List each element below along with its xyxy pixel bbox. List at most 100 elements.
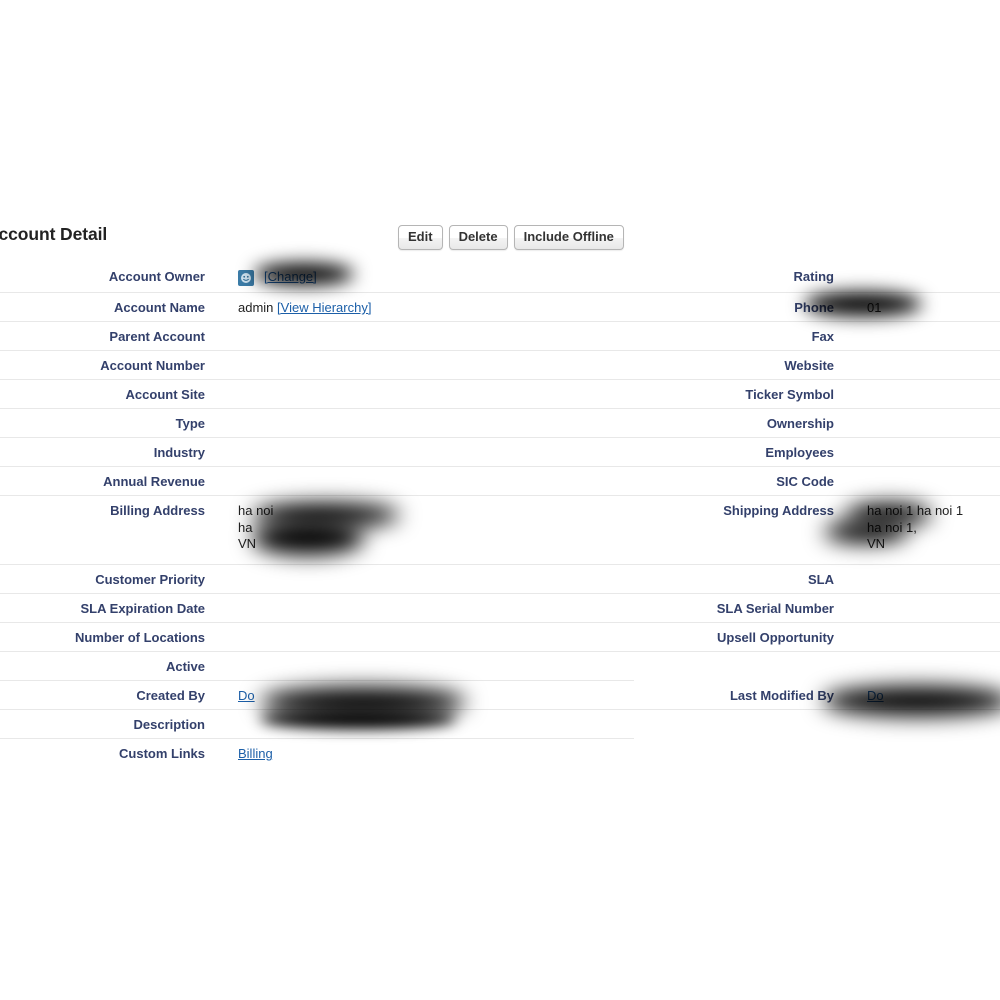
field-sla-expiration-date: SLA Expiration Date bbox=[0, 594, 634, 623]
field-label: Website bbox=[784, 358, 834, 373]
field-value: Billing bbox=[211, 739, 634, 767]
field-customer-priority: Customer Priority bbox=[0, 565, 634, 594]
field-label: Active bbox=[165, 659, 205, 674]
detail-header: Account Detail Edit Delete Include Offli… bbox=[0, 224, 1000, 258]
field-label: Employees bbox=[765, 445, 834, 460]
field-label: Rating bbox=[793, 269, 834, 284]
field-fax: Fax bbox=[634, 322, 1000, 351]
table-row: Custom Links Billing bbox=[0, 739, 1000, 768]
field-parent-account: Parent Account bbox=[0, 322, 634, 351]
billing-address-line-2: ha bbox=[238, 519, 253, 535]
field-label: SLA Expiration Date bbox=[80, 601, 205, 616]
field-value bbox=[840, 351, 1000, 379]
field-value: [Change] bbox=[211, 262, 634, 292]
field-label: Fax bbox=[811, 329, 834, 344]
shipping-address-line-1: ha noi 1 ha noi 1 bbox=[867, 503, 964, 518]
field-label bbox=[634, 739, 840, 767]
field-account-owner: Account Owner [Change] bbox=[0, 262, 634, 293]
field-value: ha noi 1 ha noi 1 ha noi 1, VN bbox=[840, 496, 1000, 564]
field-value bbox=[840, 623, 1000, 651]
field-active: Active bbox=[0, 652, 634, 681]
field-value bbox=[840, 467, 1000, 495]
field-label: Industry bbox=[153, 445, 205, 460]
include-offline-button[interactable]: Include Offline bbox=[513, 225, 624, 250]
field-value bbox=[840, 594, 1000, 622]
field-label: Customer Priority bbox=[95, 572, 205, 587]
table-row: Annual Revenue SIC Code bbox=[0, 467, 1000, 496]
field-value bbox=[211, 594, 634, 622]
table-row: Account Number Website bbox=[0, 351, 1000, 380]
account-name-text: admin bbox=[238, 300, 274, 315]
field-sla: SLA bbox=[634, 565, 1000, 594]
action-button-bar: Edit Delete Include Offline bbox=[398, 225, 624, 250]
field-value: Do bbox=[840, 681, 1000, 709]
field-account-name: Account Name admin [View Hierarchy] bbox=[0, 293, 634, 322]
field-upsell-opportunity: Upsell Opportunity bbox=[634, 623, 1000, 652]
table-row: Billing Address ha noi ha VN Shipping Ad… bbox=[0, 496, 1000, 565]
field-value bbox=[211, 322, 634, 350]
field-label: Upsell Opportunity bbox=[717, 630, 834, 645]
table-row: Created By Do Last Modified By Do bbox=[0, 681, 1000, 710]
field-value bbox=[840, 739, 1000, 767]
delete-button[interactable]: Delete bbox=[448, 225, 508, 250]
field-label: Phone bbox=[794, 300, 834, 315]
field-sic-code: SIC Code bbox=[634, 467, 1000, 496]
field-ownership: Ownership bbox=[634, 409, 1000, 438]
field-label: Annual Revenue bbox=[103, 474, 205, 489]
field-value bbox=[840, 565, 1000, 593]
table-row: Type Ownership bbox=[0, 409, 1000, 438]
field-label: SLA Serial Number bbox=[716, 601, 834, 616]
field-value bbox=[840, 409, 1000, 437]
shipping-address-line-3: VN bbox=[867, 536, 886, 551]
field-value bbox=[211, 710, 634, 738]
field-label bbox=[634, 652, 840, 680]
table-row: Active bbox=[0, 652, 1000, 681]
field-value bbox=[211, 380, 634, 408]
field-label: Created By bbox=[136, 688, 205, 703]
field-ticker-symbol: Ticker Symbol bbox=[634, 380, 1000, 409]
field-spacer bbox=[634, 739, 1000, 768]
field-spacer bbox=[634, 652, 1000, 681]
table-row: Account Owner [Change] Rating bbox=[0, 262, 1000, 293]
view-hierarchy-link[interactable]: [View Hierarchy] bbox=[277, 300, 371, 315]
field-value bbox=[211, 409, 634, 437]
billing-address-line-1: ha noi bbox=[238, 503, 274, 518]
change-owner-link[interactable]: [Change] bbox=[264, 269, 317, 285]
edit-button[interactable]: Edit bbox=[398, 225, 443, 250]
account-detail-page: Account Detail Edit Delete Include Offli… bbox=[0, 0, 1000, 1000]
field-website: Website bbox=[634, 351, 1000, 380]
field-value bbox=[840, 380, 1000, 408]
field-phone: Phone 01 bbox=[634, 293, 1000, 322]
field-label: Custom Links bbox=[119, 746, 205, 761]
field-custom-links: Custom Links Billing bbox=[0, 739, 634, 768]
field-value bbox=[211, 623, 634, 651]
field-value bbox=[211, 467, 634, 495]
created-by-user-link[interactable]: Do bbox=[238, 688, 255, 703]
field-label: Ownership bbox=[766, 416, 834, 431]
field-shipping-address: Shipping Address ha noi 1 ha noi 1 ha no… bbox=[634, 496, 1000, 565]
field-label: Account Name bbox=[113, 300, 205, 315]
field-value bbox=[840, 262, 1000, 292]
field-label: Parent Account bbox=[109, 329, 205, 344]
field-value: Do bbox=[211, 681, 634, 709]
field-label: Account Site bbox=[125, 387, 205, 402]
field-account-site: Account Site bbox=[0, 380, 634, 409]
field-label: SIC Code bbox=[776, 474, 834, 489]
field-employees: Employees bbox=[634, 438, 1000, 467]
table-row: SLA Expiration Date SLA Serial Number bbox=[0, 594, 1000, 623]
field-account-number: Account Number bbox=[0, 351, 634, 380]
last-modified-by-user-link[interactable]: Do bbox=[867, 688, 884, 703]
billing-custom-link[interactable]: Billing bbox=[238, 746, 273, 761]
field-value bbox=[840, 322, 1000, 350]
field-value bbox=[211, 438, 634, 466]
field-description: Description bbox=[0, 710, 634, 739]
field-rating: Rating bbox=[634, 262, 1000, 293]
billing-address-line-3: VN bbox=[238, 536, 257, 551]
table-row: Number of Locations Upsell Opportunity bbox=[0, 623, 1000, 652]
field-label: Number of Locations bbox=[74, 630, 205, 645]
table-row: Parent Account Fax bbox=[0, 322, 1000, 351]
field-annual-revenue: Annual Revenue bbox=[0, 467, 634, 496]
field-label: Account Number bbox=[100, 358, 205, 373]
field-value bbox=[840, 438, 1000, 466]
field-label: Billing Address bbox=[110, 503, 205, 518]
